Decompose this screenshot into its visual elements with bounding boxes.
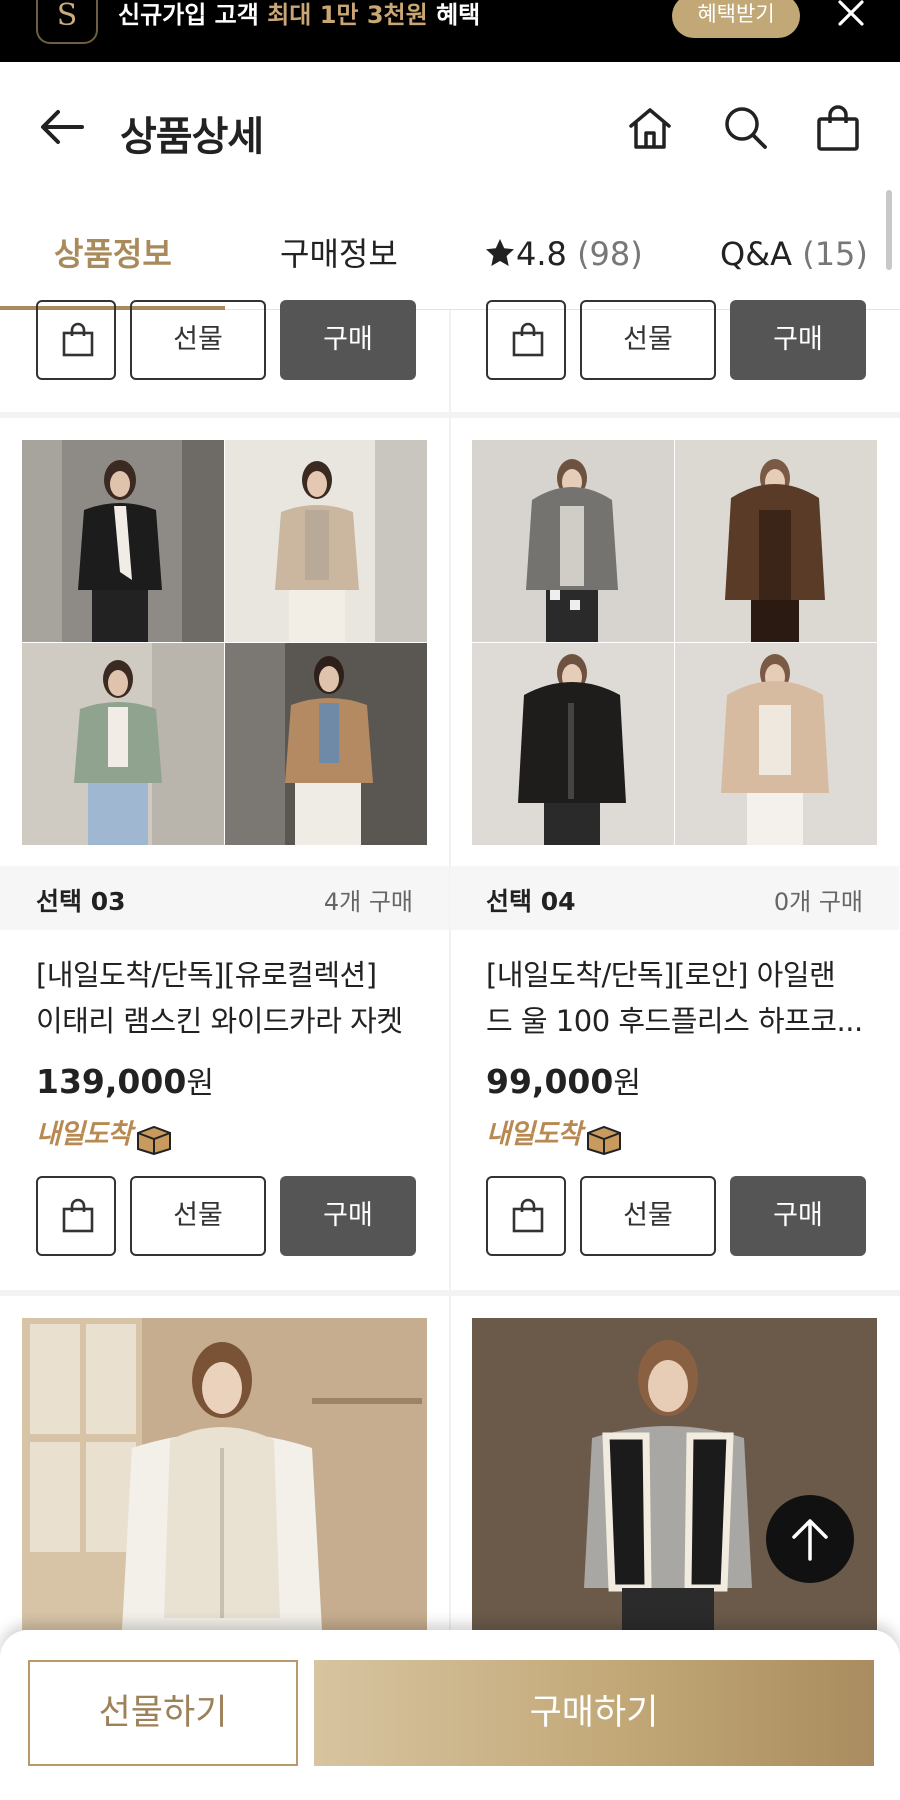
model-photo xyxy=(225,643,427,845)
home-icon[interactable] xyxy=(626,104,674,152)
product-actions: 선물 구매 xyxy=(486,1176,866,1256)
add-to-cart-button[interactable] xyxy=(36,300,116,380)
add-to-cart-button[interactable] xyxy=(486,1176,566,1256)
scroll-to-top-button[interactable] xyxy=(766,1495,854,1583)
buy-now-button[interactable]: 구매하기 xyxy=(314,1660,874,1766)
model-photo xyxy=(225,440,427,642)
shopping-bag-icon xyxy=(512,1198,544,1233)
product-actions: 선물 구매 xyxy=(36,300,416,380)
column-divider xyxy=(449,310,451,1630)
product-image[interactable] xyxy=(22,440,427,845)
add-to-cart-button[interactable] xyxy=(486,300,566,380)
gift-button[interactable]: 선물 xyxy=(580,300,716,380)
shopping-bag-icon xyxy=(512,322,544,357)
option-label: 선택 04 xyxy=(486,887,576,916)
product-name[interactable]: [내일도착/단독][유로컬렉션] 이태리 램스킨 와이드카라 자켓 xyxy=(36,952,426,1044)
product-actions: 선물 구매 xyxy=(36,1176,416,1256)
purchase-count: 0개 구매 xyxy=(773,888,863,916)
row-divider xyxy=(0,1290,900,1296)
close-icon[interactable] xyxy=(834,0,868,30)
delivery-badge: 내일도착 xyxy=(486,1112,624,1155)
promo-text: 신규가입 고객 최대 1만 3천원 혜택 xyxy=(118,1,481,29)
shopping-bag-icon xyxy=(62,322,94,357)
promo-banner: S 신규가입 고객 최대 1만 3천원 혜택 혜택받기 xyxy=(0,0,900,62)
shopping-bag-icon[interactable] xyxy=(814,104,862,152)
buy-button[interactable]: 구매 xyxy=(730,1176,866,1256)
product-price: 139,000원 xyxy=(36,1062,214,1101)
model-photo xyxy=(675,643,877,845)
product-image[interactable] xyxy=(472,440,877,845)
purchase-count: 4개 구매 xyxy=(323,888,413,916)
row-divider xyxy=(0,412,900,418)
model-photo xyxy=(472,440,674,642)
brand-logo: S xyxy=(36,0,98,44)
product-image[interactable] xyxy=(472,1318,877,1630)
product-actions: 선물 구매 xyxy=(486,300,866,380)
option-label: 선택 03 xyxy=(36,887,126,916)
product-price: 99,000원 xyxy=(486,1062,641,1101)
delivery-badge: 내일도착 xyxy=(36,1112,174,1155)
gift-button[interactable]: 선물 xyxy=(130,1176,266,1256)
model-photo xyxy=(22,440,224,642)
buy-button[interactable]: 구매 xyxy=(280,1176,416,1256)
product-image[interactable] xyxy=(22,1318,427,1630)
shopping-bag-icon xyxy=(62,1198,94,1233)
get-benefit-button[interactable]: 혜택받기 xyxy=(672,0,800,38)
model-photo xyxy=(22,643,224,845)
model-photo xyxy=(472,643,674,845)
gift-button[interactable]: 선물 xyxy=(130,300,266,380)
model-photo xyxy=(675,440,877,642)
box-icon xyxy=(587,1125,622,1155)
gift-button[interactable]: 선물 xyxy=(580,1176,716,1256)
bottom-action-bar: 선물하기 구매하기 xyxy=(0,1630,900,1800)
buy-button[interactable]: 구매 xyxy=(730,300,866,380)
add-to-cart-button[interactable] xyxy=(36,1176,116,1256)
back-arrow-icon[interactable] xyxy=(38,107,88,147)
product-name[interactable]: [내일도착/단독][로안] 아일랜 드 울 100 후드플리스 하프코... xyxy=(486,952,876,1044)
box-icon xyxy=(137,1125,172,1155)
tab-overlay xyxy=(0,202,900,310)
search-icon[interactable] xyxy=(722,104,770,152)
promo-highlight: 최대 1만 3천원 xyxy=(267,1,428,29)
buy-button[interactable]: 구매 xyxy=(280,300,416,380)
option-row: 선택 03 4개 구매 xyxy=(0,866,449,930)
option-row: 선택 04 0개 구매 xyxy=(450,866,899,930)
arrow-up-icon xyxy=(792,1519,828,1561)
gift-now-button[interactable]: 선물하기 xyxy=(28,1660,298,1766)
page-header: 상품상세 xyxy=(0,62,900,202)
page-title: 상품상세 xyxy=(120,114,264,160)
